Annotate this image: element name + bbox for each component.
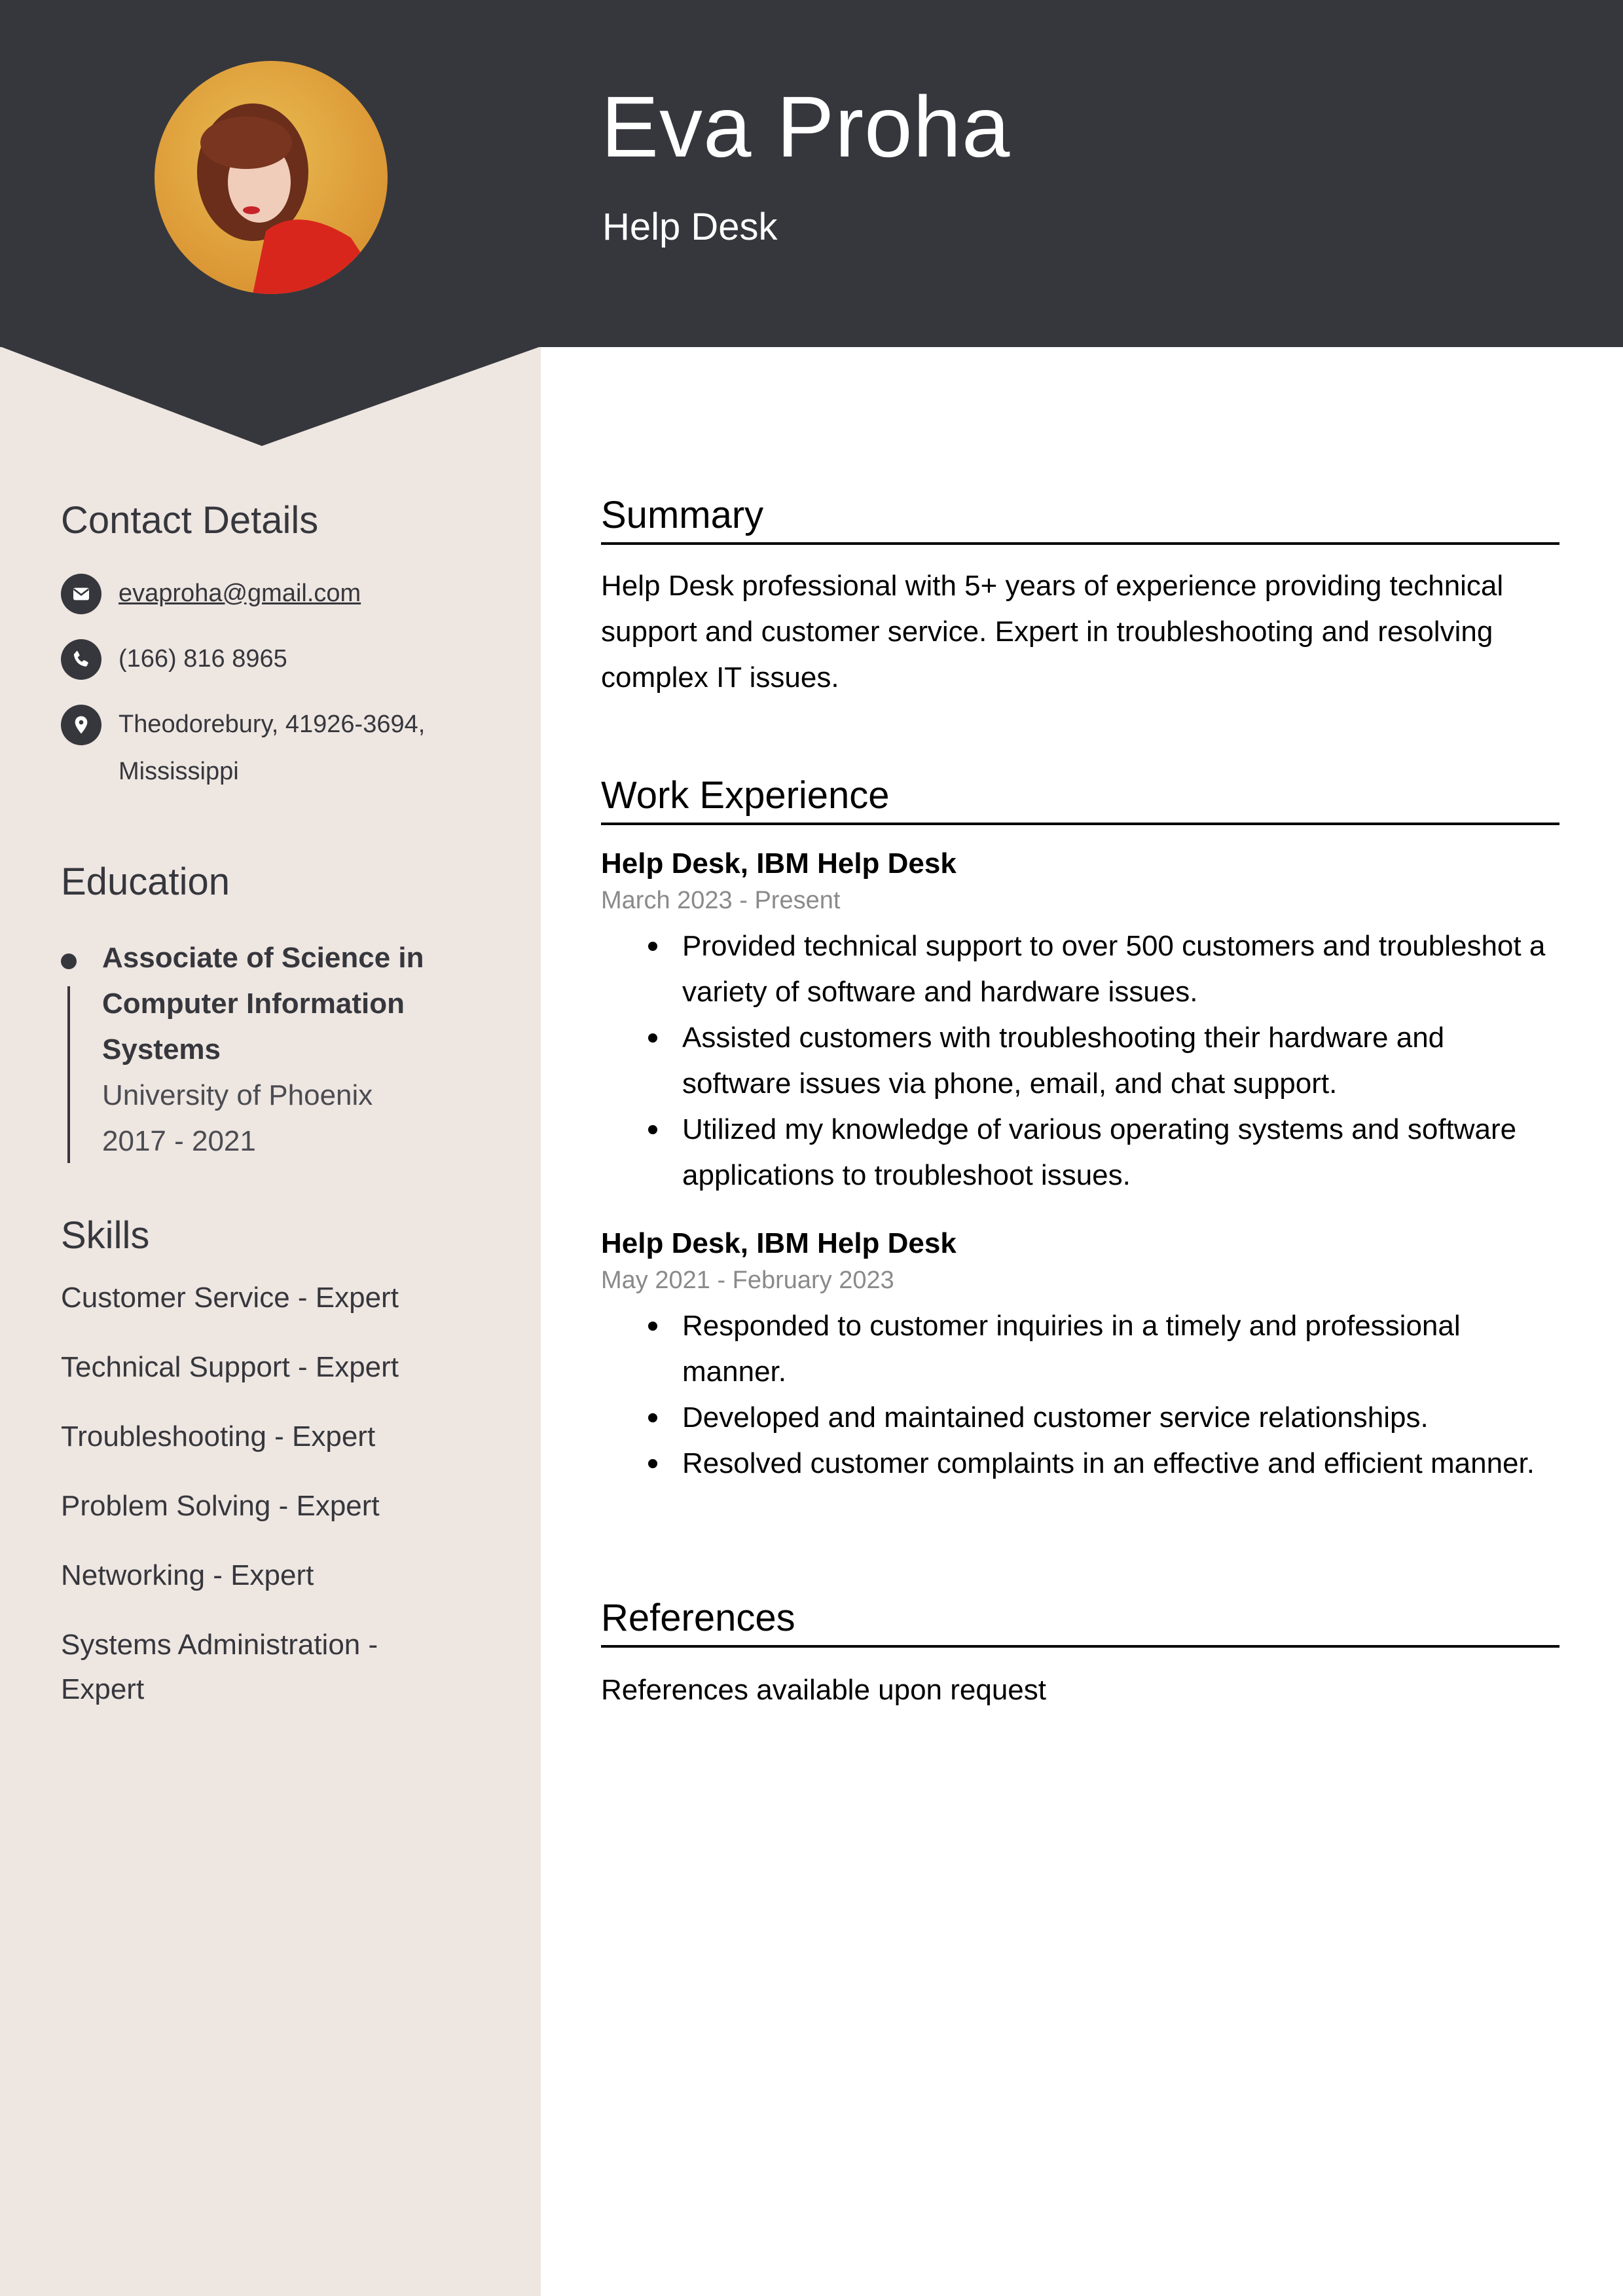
job-bullet: Developed and maintained customer servic…	[648, 1395, 1559, 1441]
skill-item: Technical Support - Expert	[61, 1350, 399, 1383]
work-experience-heading: Work Experience	[601, 773, 1559, 825]
email-link[interactable]: evaproha@gmail.com	[119, 570, 361, 617]
education-years: 2017 - 2021	[102, 1124, 256, 1157]
address: Theodorebury, 41926-3694, Mississippi	[119, 710, 426, 785]
phone-icon	[61, 639, 101, 680]
job-dates: March 2023 - Present	[601, 886, 841, 914]
contact-item-email: evaproha@gmail.com	[61, 573, 467, 617]
contact-item-phone: (166) 816 8965	[61, 639, 467, 682]
education-degree: Associate of Science in Computer Informa…	[102, 941, 424, 1065]
contact-list: evaproha@gmail.com (166) 816 8965 Theodo…	[61, 573, 467, 795]
location-pin-icon	[61, 704, 101, 745]
skills-heading: Skills	[61, 1214, 150, 1257]
contact-section: Contact Details evaproha@gmail.com (166)…	[61, 498, 467, 817]
summary-heading: Summary	[601, 492, 1559, 545]
job-entry: Help Desk, IBM Help Desk May 2021 - Febr…	[601, 1225, 1559, 1487]
job-dates: May 2021 - February 2023	[601, 1266, 894, 1294]
job-bullets: Responded to customer inquiries in a tim…	[601, 1303, 1559, 1487]
job-title: Help Desk, IBM Help Desk	[601, 847, 957, 880]
header-chevron	[0, 346, 541, 446]
contact-item-address: Theodorebury, 41926-3694, Mississippi	[61, 704, 467, 795]
candidate-name: Eva Proha	[601, 79, 1011, 175]
skill-item: Systems Administration - Expert	[61, 1628, 378, 1705]
references-section: References References available upon req…	[601, 1595, 1559, 1713]
job-bullet: Assisted customers with troubleshooting …	[648, 1015, 1559, 1107]
contact-heading: Contact Details	[61, 499, 319, 542]
skill-item: Networking - Expert	[61, 1559, 314, 1591]
job-entry: Help Desk, IBM Help Desk March 2023 - Pr…	[601, 845, 1559, 1198]
job-bullet: Utilized my knowledge of various operati…	[648, 1107, 1559, 1198]
resume-page: Eva Proha Help Desk Contact Details evap…	[0, 0, 1623, 2296]
phone-number: (166) 816 8965	[119, 644, 287, 673]
candidate-title: Help Desk	[602, 206, 778, 248]
job-bullet: Provided technical support to over 500 c…	[648, 923, 1559, 1015]
envelope-icon	[61, 573, 101, 614]
references-text: References available upon request	[601, 1673, 1047, 1706]
work-experience-section: Work Experience Help Desk, IBM Help Desk…	[601, 773, 1559, 1487]
summary-text: Help Desk professional with 5+ years of …	[601, 569, 1504, 694]
summary-section: Summary Help Desk professional with 5+ y…	[601, 492, 1559, 701]
profile-photo	[155, 61, 388, 294]
job-title: Help Desk, IBM Help Desk	[601, 1227, 957, 1259]
timeline-line	[67, 986, 70, 1163]
education-section: Education Associate of Science in Comput…	[61, 859, 467, 1164]
references-heading: References	[601, 1595, 1559, 1648]
skill-item: Customer Service - Expert	[61, 1281, 399, 1314]
education-entry: Associate of Science in Computer Informa…	[61, 935, 467, 1164]
job-bullet: Resolved customer complaints in an effec…	[648, 1441, 1559, 1487]
skill-item: Problem Solving - Expert	[61, 1489, 380, 1522]
job-bullet: Responded to customer inquiries in a tim…	[648, 1303, 1559, 1395]
education-heading: Education	[61, 861, 230, 903]
timeline-dot	[61, 953, 77, 969]
skills-section: Skills Customer Service - Expert Technic…	[61, 1213, 467, 1737]
job-bullets: Provided technical support to over 500 c…	[601, 923, 1559, 1198]
skills-list: Customer Service - Expert Technical Supp…	[61, 1276, 467, 1712]
skill-item: Troubleshooting - Expert	[61, 1420, 376, 1453]
education-school: University of Phoenix	[102, 1079, 373, 1111]
